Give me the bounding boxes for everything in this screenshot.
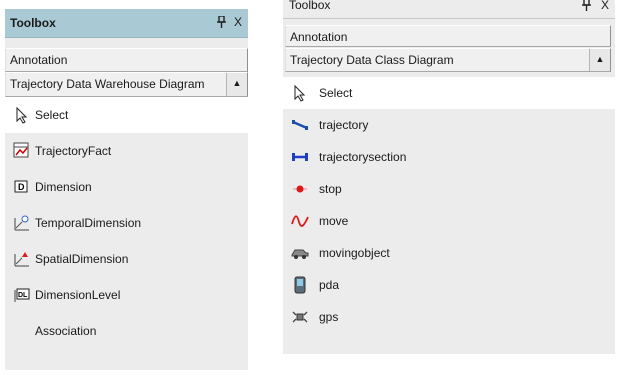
stop-icon bbox=[291, 180, 309, 198]
category-label: Annotation bbox=[10, 53, 68, 67]
toolbox-title: Toolbox bbox=[289, 0, 331, 12]
toolbox-item-spatialdimension[interactable]: SpatialDimension bbox=[5, 241, 248, 277]
dimension-level-icon: DL bbox=[13, 286, 31, 304]
item-label: SpatialDimension bbox=[35, 252, 129, 266]
toolbox-item-stop[interactable]: stop bbox=[283, 173, 615, 205]
toolbox-item-dimensionlevel[interactable]: DL DimensionLevel bbox=[5, 277, 248, 313]
scroll-up-button[interactable]: ▲ bbox=[226, 73, 247, 96]
toolbox-item-temporaldimension[interactable]: TemporalDimension bbox=[5, 205, 248, 241]
association-icon bbox=[13, 322, 31, 340]
spatial-dimension-icon bbox=[13, 250, 31, 268]
toolbox-items: Select trajectory trajectorysection stop… bbox=[283, 77, 615, 333]
temporal-dimension-icon bbox=[13, 214, 31, 232]
right-toolbox-panel: Toolbox X Annotation Trajectory Data Cla… bbox=[283, 0, 615, 354]
category-annotation[interactable]: Annotation bbox=[5, 48, 248, 72]
gps-icon bbox=[291, 308, 309, 326]
close-icon[interactable]: X bbox=[234, 15, 242, 29]
svg-text:D: D bbox=[18, 182, 25, 192]
moving-object-icon bbox=[291, 244, 309, 262]
item-label: Dimension bbox=[35, 180, 92, 194]
item-label: TemporalDimension bbox=[35, 216, 142, 230]
toolbox-item-move[interactable]: move bbox=[283, 205, 615, 237]
item-label: Association bbox=[35, 324, 97, 338]
pin-icon[interactable] bbox=[217, 15, 226, 31]
toolbox-item-select[interactable]: Select bbox=[283, 77, 615, 109]
toolbox-item-gps[interactable]: gps bbox=[283, 301, 615, 333]
left-toolbox-panel: Toolbox X Annotation Trajectory Data War… bbox=[5, 9, 248, 370]
scroll-up-button[interactable]: ▲ bbox=[589, 49, 610, 71]
toolbox-item-trajectory[interactable]: trajectory bbox=[283, 109, 615, 141]
toolbox-item-movingobject[interactable]: movingobject bbox=[283, 237, 615, 269]
item-label: TrajectoryFact bbox=[35, 144, 112, 158]
category-label: Trajectory Data Class Diagram bbox=[290, 53, 454, 67]
toolbox-items: Select TrajectoryFact D Dimension Tempor… bbox=[5, 97, 248, 349]
toolbox-item-association[interactable]: Association bbox=[5, 313, 248, 349]
trajectory-section-icon bbox=[291, 148, 309, 166]
category-trajectory-dw-diagram[interactable]: Trajectory Data Warehouse Diagram ▲ bbox=[5, 72, 248, 97]
toolbox-item-trajectoryfact[interactable]: TrajectoryFact bbox=[5, 133, 248, 169]
item-label: move bbox=[319, 214, 349, 228]
dimension-icon: D bbox=[13, 178, 31, 196]
svg-text:DL: DL bbox=[18, 292, 28, 299]
category-label: Trajectory Data Warehouse Diagram bbox=[10, 77, 205, 91]
close-icon[interactable]: X bbox=[601, 0, 609, 12]
item-label: gps bbox=[319, 310, 339, 324]
toolbox-title-bar: Toolbox X bbox=[5, 9, 248, 38]
fact-icon bbox=[13, 142, 31, 160]
toolbox-item-pda[interactable]: pda bbox=[283, 269, 615, 301]
item-label: movingobject bbox=[319, 246, 390, 260]
toolbox-title: Toolbox bbox=[10, 16, 56, 30]
item-label: trajectorysection bbox=[319, 150, 407, 164]
toolbox-item-trajectorysection[interactable]: trajectorysection bbox=[283, 141, 615, 173]
item-label: Select bbox=[35, 108, 69, 122]
item-label: Select bbox=[319, 86, 353, 100]
toolbox-item-dimension[interactable]: D Dimension bbox=[5, 169, 248, 205]
pointer-icon bbox=[13, 106, 31, 124]
pin-icon[interactable] bbox=[582, 0, 591, 14]
category-label: Annotation bbox=[290, 30, 348, 44]
item-label: stop bbox=[319, 182, 342, 196]
toolbox-title-bar: Toolbox X bbox=[283, 0, 615, 19]
pointer-icon bbox=[291, 84, 309, 102]
category-trajectory-class-diagram[interactable]: Trajectory Data Class Diagram ▲ bbox=[285, 48, 611, 72]
move-icon bbox=[291, 212, 309, 230]
trajectory-icon bbox=[291, 116, 309, 134]
toolbox-item-select[interactable]: Select bbox=[5, 97, 248, 133]
item-label: DimensionLevel bbox=[35, 288, 121, 302]
item-label: trajectory bbox=[319, 118, 369, 132]
item-label: pda bbox=[319, 278, 340, 292]
category-annotation[interactable]: Annotation bbox=[285, 25, 611, 47]
pda-icon bbox=[291, 276, 309, 294]
